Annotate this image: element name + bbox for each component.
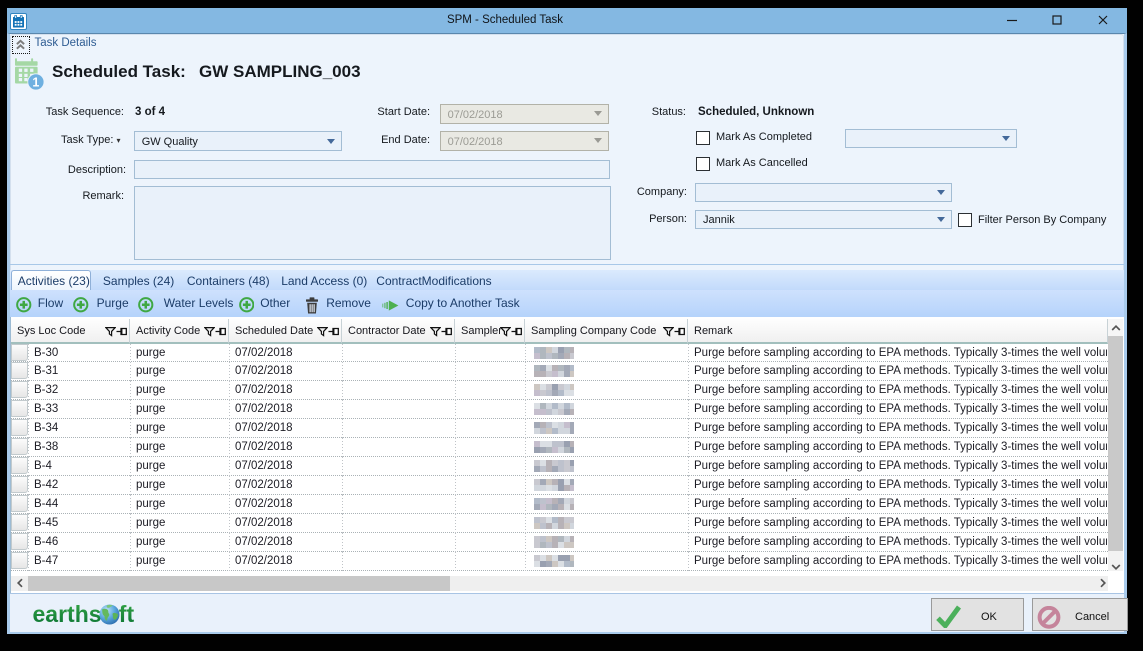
- svg-text:1: 1: [32, 75, 39, 89]
